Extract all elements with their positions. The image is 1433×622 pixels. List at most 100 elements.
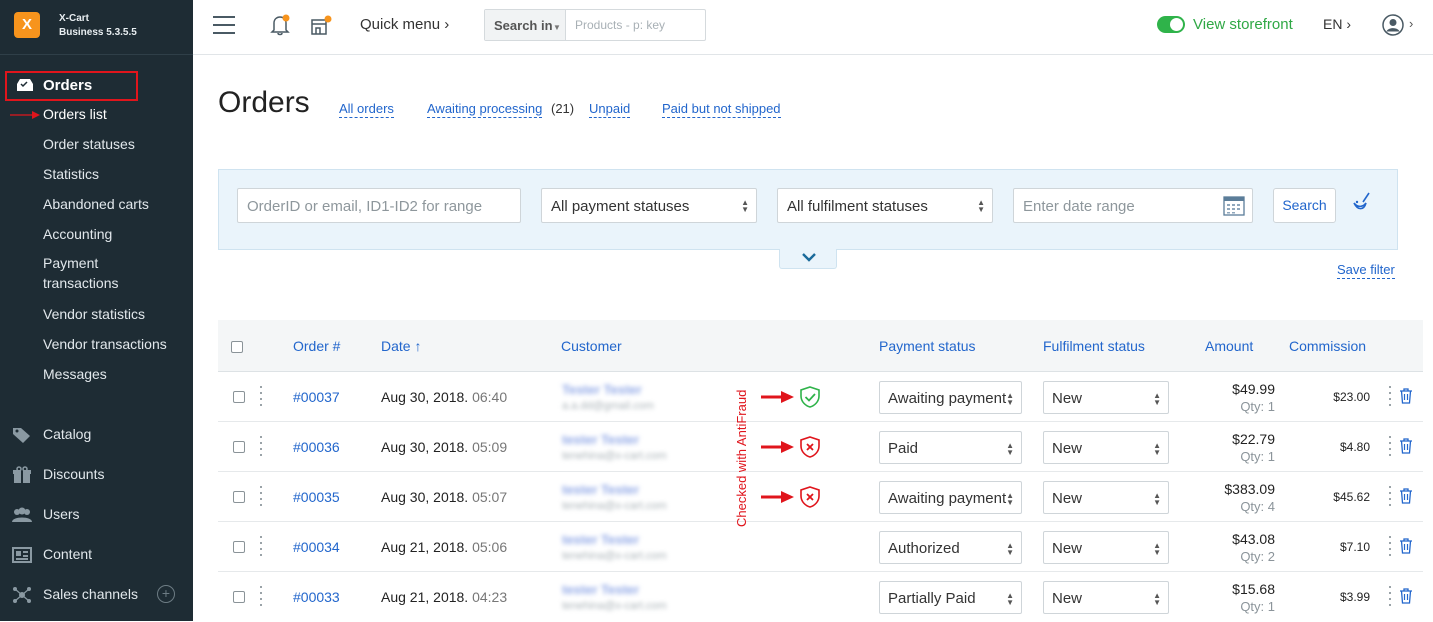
sidebar-subitem-vendor-transactions[interactable]: Vendor transactions [43, 336, 167, 352]
tag-icon [13, 428, 30, 443]
drag-handle-icon[interactable] [260, 436, 264, 458]
order-number-link[interactable]: #00036 [293, 439, 340, 455]
storefront-toggle[interactable] [1157, 16, 1185, 33]
view-storefront-link[interactable]: View storefront [1193, 16, 1293, 33]
link-all-orders[interactable]: All orders [339, 101, 394, 118]
header-commission[interactable]: Commission [1289, 338, 1366, 354]
sidebar-subitem-accounting[interactable]: Accounting [43, 226, 112, 242]
sidebar-subitem-orders-list[interactable]: Orders list [43, 106, 107, 122]
customer-name[interactable]: tester Tester [562, 482, 639, 497]
order-number-link[interactable]: #00033 [293, 589, 340, 605]
header-date[interactable]: Date ↑ [381, 338, 421, 354]
antifraud-fail-shield-icon[interactable] [799, 436, 821, 458]
header-payment-status[interactable]: Payment status [879, 338, 976, 354]
row-menu-icon[interactable] [1389, 436, 1393, 458]
sidebar-item-users[interactable]: Users [0, 500, 193, 530]
sidebar-subitem-abandoned-carts[interactable]: Abandoned carts [43, 196, 149, 212]
link-unpaid[interactable]: Unpaid [589, 101, 631, 118]
fulfilment-status-select[interactable]: New ▲ ▼ [1043, 481, 1169, 514]
order-number-link[interactable]: #00034 [293, 539, 340, 555]
link-paid-not-shipped[interactable]: Paid but not shipped [662, 101, 781, 118]
trash-icon[interactable] [1399, 438, 1413, 454]
select-all-checkbox[interactable] [231, 341, 243, 353]
sidebar-subitem-statistics[interactable]: Statistics [43, 166, 99, 182]
store-icon[interactable] [310, 14, 332, 36]
customer-name[interactable]: tester Tester [562, 432, 639, 447]
customer-name[interactable]: Tester Tester [562, 382, 642, 397]
header-fulfilment-status[interactable]: Fulfilment status [1043, 338, 1145, 354]
row-checkbox[interactable] [233, 591, 245, 603]
payment-status-select[interactable]: Awaiting payment ▲ ▼ [879, 481, 1022, 514]
row-menu-icon[interactable] [1389, 586, 1393, 608]
sidebar-subitem-order-statuses[interactable]: Order statuses [43, 136, 135, 152]
fulfilment-status-select[interactable]: New ▲ ▼ [1043, 381, 1169, 414]
payment-status-filter[interactable]: All payment statuses ▲ ▼ [541, 188, 757, 223]
users-icon [12, 507, 32, 522]
drag-handle-icon[interactable] [260, 486, 264, 508]
add-sales-channel-button[interactable]: + [157, 585, 175, 603]
trash-icon[interactable] [1399, 488, 1413, 504]
trash-icon[interactable] [1399, 538, 1413, 554]
link-awaiting-processing[interactable]: Awaiting processing [427, 101, 543, 118]
brand-header: X X-Cart Business 5.3.5.5 [0, 0, 193, 55]
order-amount: $22.79 [1232, 431, 1275, 447]
expand-filter-button[interactable] [779, 249, 837, 269]
order-number-link[interactable]: #00037 [293, 389, 340, 405]
order-date: Aug 30, 2018. 05:09 [381, 439, 507, 455]
fulfilment-status-select[interactable]: New ▲ ▼ [1043, 431, 1169, 464]
drag-handle-icon[interactable] [260, 536, 264, 558]
sidebar-subitem-vendor-statistics[interactable]: Vendor statistics [43, 306, 145, 322]
header-customer[interactable]: Customer [561, 338, 622, 354]
fulfilment-status-select[interactable]: New ▲ ▼ [1043, 581, 1169, 614]
order-date-time: 05:06 [472, 539, 508, 555]
customer-name[interactable]: tester Tester [562, 582, 639, 597]
row-checkbox[interactable] [233, 441, 245, 453]
row-menu-icon[interactable] [1389, 536, 1393, 558]
sidebar-item-label: Users [43, 506, 80, 522]
sidebar-item-orders[interactable]: Orders [5, 71, 138, 101]
order-date-time: 05:07 [472, 489, 508, 505]
row-checkbox[interactable] [233, 541, 245, 553]
sidebar-item-catalog[interactable]: Catalog [0, 420, 193, 450]
trash-icon[interactable] [1399, 388, 1413, 404]
antifraud-fail-shield-icon[interactable] [799, 486, 821, 508]
trash-icon[interactable] [1399, 588, 1413, 604]
row-menu-icon[interactable] [1389, 486, 1393, 508]
sidebar-item-content[interactable]: Content [0, 540, 193, 570]
table-row: #00036 Aug 30, 2018. 05:09 tester Tester… [218, 422, 1423, 472]
fulfilment-status-select[interactable]: New ▲ ▼ [1043, 531, 1169, 564]
search-button[interactable]: Search [1273, 188, 1336, 223]
sidebar-item-discounts[interactable]: Discounts [0, 460, 193, 490]
row-checkbox[interactable] [233, 391, 245, 403]
payment-status-select[interactable]: Awaiting payment ▲ ▼ [879, 381, 1022, 414]
user-menu-caret[interactable]: › [1409, 16, 1413, 31]
payment-status-select[interactable]: Paid ▲ ▼ [879, 431, 1022, 464]
row-menu-icon[interactable] [1389, 386, 1393, 408]
clear-filter-icon[interactable] [1350, 190, 1372, 216]
quick-menu-button[interactable]: Quick menu › [360, 16, 449, 33]
bell-icon[interactable] [270, 14, 290, 36]
sidebar-subitem-messages[interactable]: Messages [43, 366, 107, 382]
sidebar-subitem-payment-transactions[interactable]: Payment transactions [43, 253, 133, 293]
language-select[interactable]: EN › [1323, 16, 1351, 32]
header-order[interactable]: Order # [293, 338, 340, 354]
customer-name[interactable]: tester Tester [562, 532, 639, 547]
order-search-input[interactable]: OrderID or email, ID1-ID2 for range [237, 188, 521, 223]
calendar-icon[interactable] [1223, 195, 1245, 216]
save-filter-link[interactable]: Save filter [1337, 262, 1395, 279]
user-avatar-icon[interactable] [1382, 14, 1404, 36]
payment-status-select[interactable]: Partially Paid ▲ ▼ [879, 581, 1022, 614]
payment-status-select[interactable]: Authorized ▲ ▼ [879, 531, 1022, 564]
menu-icon[interactable] [213, 16, 235, 34]
order-number-link[interactable]: #00035 [293, 489, 340, 505]
header-amount[interactable]: Amount [1205, 338, 1253, 354]
date-range-input[interactable]: Enter date range [1013, 188, 1253, 223]
xcart-logo[interactable]: X [14, 12, 40, 38]
antifraud-ok-shield-icon[interactable] [799, 386, 821, 408]
customer-email: tenehina@x-cart.com [562, 450, 667, 462]
fulfilment-status-filter[interactable]: All fulfilment statuses ▲ ▼ [777, 188, 993, 223]
search-input[interactable]: Products - p: key [575, 18, 665, 32]
row-checkbox[interactable] [233, 491, 245, 503]
drag-handle-icon[interactable] [260, 386, 264, 408]
drag-handle-icon[interactable] [260, 586, 264, 608]
